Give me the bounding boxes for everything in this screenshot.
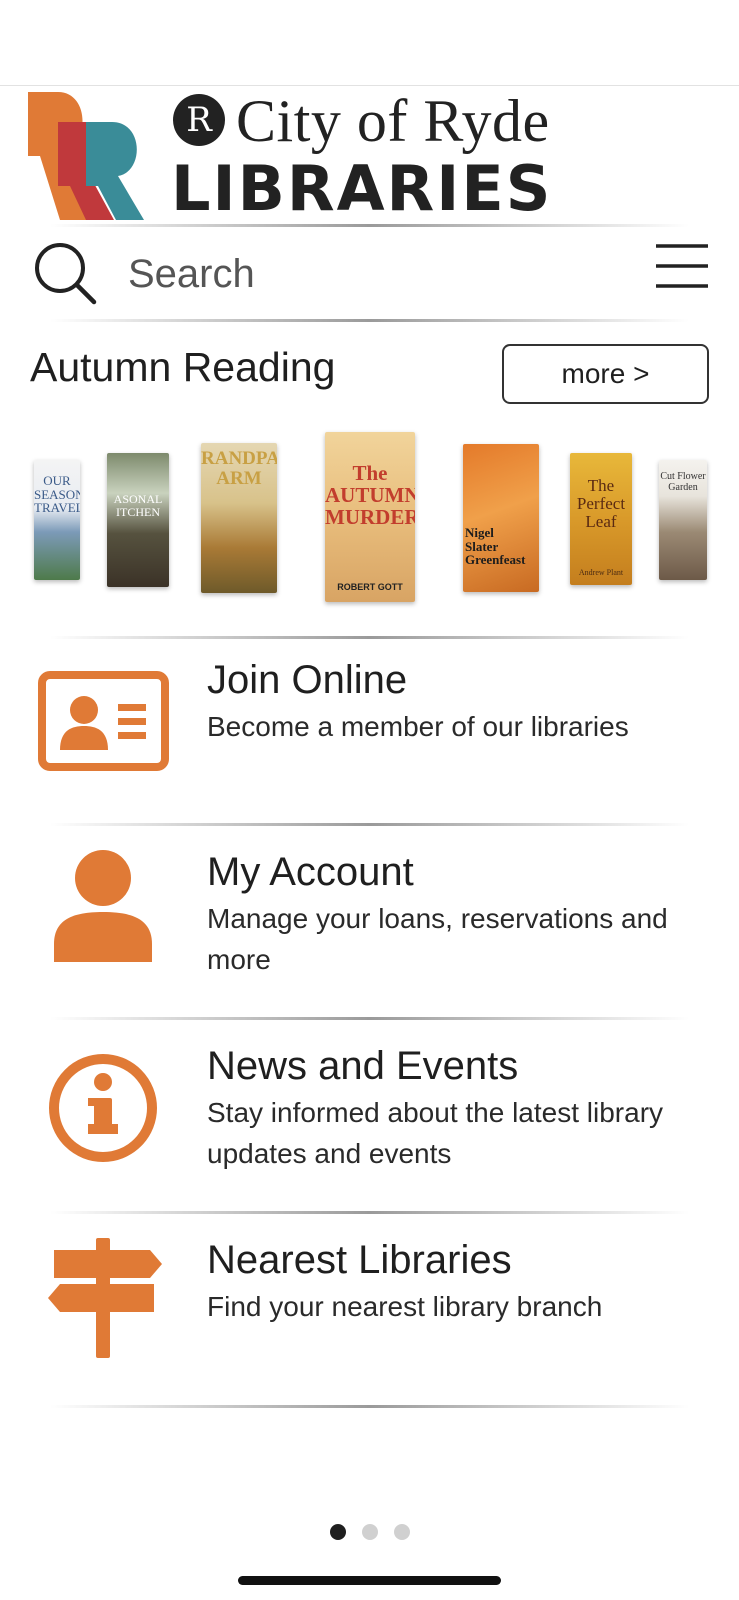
book-cover[interactable]: OUR SEASONSTRAVEL (34, 460, 80, 580)
book-carousel[interactable]: OUR SEASONSTRAVEL ASONALITCHEN RANDPAARM… (0, 420, 739, 610)
book-cover[interactable]: Nigel Slater Greenfeast (463, 444, 539, 592)
menu-item-title: My Account (207, 850, 414, 894)
book-cover[interactable]: ASONAL ITCHEN (107, 453, 169, 587)
status-bar (0, 0, 739, 86)
page-dot[interactable] (362, 1524, 378, 1540)
book-title: TheAUTUMNMURDERS (325, 461, 415, 530)
logo-badge: R (173, 94, 225, 146)
book-cover[interactable]: RANDPA ARM (201, 443, 277, 593)
info-icon (49, 1054, 157, 1162)
search-bar (0, 228, 739, 320)
hamburger-menu-icon[interactable] (654, 242, 710, 290)
book-title: Nigel Slater Greenfeast (465, 525, 526, 568)
menu-item-nearest-libraries[interactable]: Nearest Libraries Find your nearest libr… (0, 1214, 739, 1400)
search-icon[interactable] (32, 240, 98, 306)
divider (50, 224, 689, 227)
menu-item-title: Nearest Libraries (207, 1238, 512, 1282)
home-indicator[interactable] (238, 1576, 501, 1585)
menu-item-my-account[interactable]: My Account Manage your loans, reservatio… (0, 826, 739, 1012)
page-dot[interactable] (394, 1524, 410, 1540)
menu-item-subtitle: Manage your loans, reservations and more (207, 903, 668, 975)
book-cover[interactable]: TheAUTUMNMURDERS ROBERT GOTT (325, 432, 415, 602)
app-header: R City of Ryde LIBRARIES (0, 86, 739, 224)
more-button[interactable]: more > (502, 344, 709, 404)
divider (50, 319, 689, 322)
menu-item-title: News and Events (207, 1044, 519, 1088)
menu-item-subtitle: Find your nearest library branch (207, 1291, 603, 1322)
book-cover[interactable]: The Perfect Leaf Andrew Plant (570, 453, 632, 585)
menu-item-join-online[interactable]: Join Online Become a member of our libra… (0, 640, 739, 826)
book-author: ROBERT GOTT (337, 581, 403, 592)
libraries-logo-mark (28, 92, 144, 220)
book-author: Andrew Plant (578, 567, 624, 577)
menu-item-news-events[interactable]: News and Events Stay informed about the … (0, 1020, 739, 1206)
menu-item-subtitle: Become a member of our libraries (207, 711, 629, 742)
page-dot-active[interactable] (330, 1524, 346, 1540)
logo-city-text: City of Ryde (236, 88, 550, 154)
menu-item-title: Join Online (207, 658, 408, 702)
menu-item-subtitle: Stay informed about the latest library u… (207, 1097, 664, 1169)
book-title: Cut Flower Garden (660, 471, 706, 493)
divider (50, 1405, 689, 1408)
search-input[interactable] (128, 246, 608, 302)
book-title: OUR SEASONSTRAVEL (34, 473, 80, 516)
id-card-icon (38, 671, 169, 771)
book-title: ASONAL ITCHEN (113, 492, 163, 519)
book-cover[interactable]: Cut Flower Garden (659, 460, 707, 580)
section-title: Autumn Reading (30, 344, 336, 390)
book-title: RANDPA ARM (201, 448, 277, 489)
user-icon (54, 850, 152, 962)
page-indicator (330, 1524, 412, 1540)
divider (50, 636, 689, 639)
logo-libraries-text: LIBRARIES (171, 152, 553, 225)
book-title: The Perfect Leaf (576, 476, 626, 531)
signpost-icon (48, 1238, 162, 1358)
